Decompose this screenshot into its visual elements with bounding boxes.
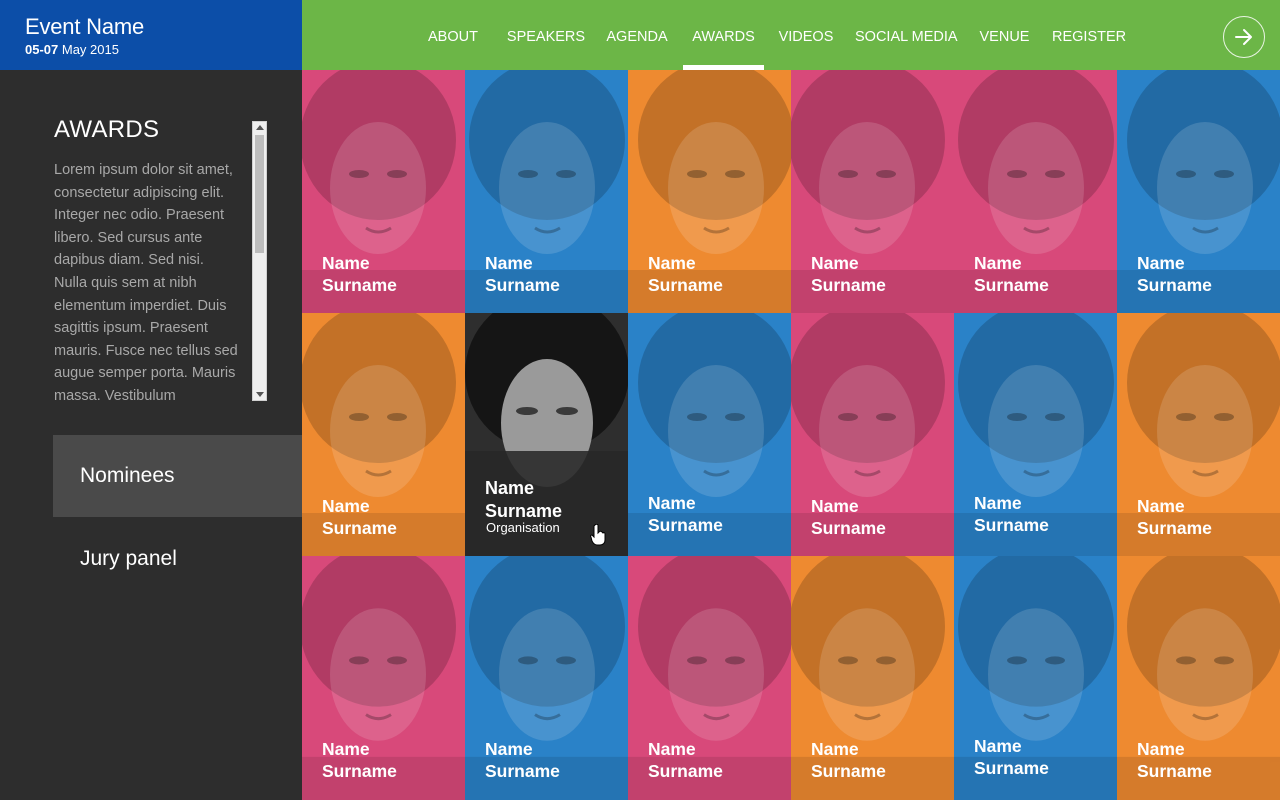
nominees-grid: Name Surname Name Surname Name Surname Name Sur… [302, 70, 1280, 800]
nav-about[interactable]: ABOUT [420, 0, 486, 70]
nav-venue[interactable]: VENUE [977, 0, 1032, 70]
hand-cursor-icon [590, 524, 606, 546]
nominee-last-name: Surname [811, 275, 886, 295]
event-date: 05-07 May 2015 [25, 42, 302, 57]
awards-description: Lorem ipsum dolor sit amet, consectetur … [54, 162, 238, 402]
nominee-tile[interactable]: Name Surname [628, 313, 791, 556]
nominee-first-name: Name [811, 253, 859, 273]
nominee-first-name: Name [974, 253, 1022, 273]
nominee-first-name: Name [811, 496, 859, 516]
nominee-name: Name Surname [648, 738, 723, 782]
nominee-name: Name Surname [485, 477, 562, 523]
nav-register[interactable]: REGISTER [1052, 0, 1126, 70]
nav-awards[interactable]: AWARDS [683, 0, 764, 70]
nav-videos[interactable]: VIDEOS [776, 0, 836, 70]
nominee-name: Name Surname [648, 492, 723, 536]
event-name: Event Name [25, 14, 145, 39]
nominee-name: Name Surname [974, 252, 1049, 296]
nominee-last-name: Surname [648, 761, 723, 781]
nominee-tile[interactable]: Name Surname [302, 556, 465, 800]
nominee-name: Name Surname [648, 252, 723, 296]
nominee-last-name: Surname [974, 275, 1049, 295]
nominee-first-name: Name [648, 739, 696, 759]
nominee-name: Name Surname [322, 495, 397, 539]
nominee-tile[interactable]: Name Surname [954, 313, 1117, 556]
nominee-tile[interactable]: Name Surname [628, 70, 791, 313]
nominee-name: Name Surname [1137, 495, 1212, 539]
nominee-name: Name Surname [811, 738, 886, 782]
nominee-name: Name Surname [811, 495, 886, 539]
nominee-first-name: Name [1137, 739, 1185, 759]
next-arrow-button[interactable] [1223, 16, 1265, 58]
nominee-tile[interactable]: Name Surname [954, 556, 1117, 800]
event-date-month-year: May 2015 [58, 42, 119, 57]
sidebar-item-nominees[interactable]: Nominees [53, 435, 302, 517]
nominee-last-name: Surname [322, 761, 397, 781]
event-brand[interactable]: Event Name 05-07 May 2015 [0, 0, 302, 70]
nominee-tile[interactable]: Name Surname [954, 70, 1117, 313]
nominee-last-name: Surname [974, 758, 1049, 778]
nominee-tile[interactable]: Name Surname [1117, 556, 1280, 800]
nominee-last-name: Surname [485, 761, 560, 781]
arrow-right-icon [1235, 29, 1252, 45]
section-title: AWARDS [54, 116, 160, 143]
nominee-tile[interactable]: Name Surname [791, 556, 954, 800]
event-date-days: 05-07 [25, 42, 59, 57]
top-navigation: ABOUT SPEAKERS AGENDA AWARDS VIDEOS SOCI… [302, 0, 1280, 70]
nominee-tile[interactable]: Name Surname [302, 70, 465, 313]
sidebar-item-jury-panel[interactable]: Jury panel [53, 518, 302, 600]
description-scrollbar[interactable] [252, 121, 267, 401]
nominee-name: Name Surname [1137, 738, 1212, 782]
nominee-first-name: Name [974, 493, 1022, 513]
nominee-first-name: Name [322, 496, 370, 516]
nominee-name: Name Surname [1137, 252, 1212, 296]
nominee-last-name: Surname [648, 275, 723, 295]
nominee-first-name: Name [485, 478, 535, 498]
nominee-first-name: Name [1137, 496, 1185, 516]
nominee-first-name: Name [322, 739, 370, 759]
nominee-name: Name Surname [322, 738, 397, 782]
nominee-first-name: Name [648, 253, 696, 273]
nominee-name: Name Surname [811, 252, 886, 296]
nominee-first-name: Name [1137, 253, 1185, 273]
nominee-tile[interactable]: Name Surname [302, 313, 465, 556]
nominee-first-name: Name [974, 736, 1022, 756]
nominee-first-name: Name [811, 739, 859, 759]
nominee-last-name: Surname [1137, 275, 1212, 295]
scroll-up-icon[interactable] [256, 125, 264, 130]
nominee-last-name: Surname [322, 275, 397, 295]
nominee-name: Name Surname [974, 735, 1049, 779]
nominee-tile-featured[interactable]: Name Surname Organisation [465, 313, 628, 556]
scroll-thumb[interactable] [255, 135, 264, 253]
nav-agenda[interactable]: AGENDA [604, 0, 670, 70]
nominee-last-name: Surname [1137, 761, 1212, 781]
nominee-tile[interactable]: Name Surname [628, 556, 791, 800]
nominee-last-name: Surname [811, 518, 886, 538]
nominee-first-name: Name [322, 253, 370, 273]
nominee-name: Name Surname [322, 252, 397, 296]
nominee-tile[interactable]: Name Surname [465, 556, 628, 800]
nominee-last-name: Surname [974, 515, 1049, 535]
nominee-last-name: Surname [811, 761, 886, 781]
nav-speakers[interactable]: SPEAKERS [506, 0, 586, 70]
nominee-tile[interactable]: Name Surname [1117, 313, 1280, 556]
nominee-tile[interactable]: Name Surname [791, 70, 954, 313]
nominee-tile[interactable]: Name Surname [791, 313, 954, 556]
nominee-name: Name Surname [485, 252, 560, 296]
sidebar: AWARDS Lorem ipsum dolor sit amet, conse… [0, 70, 302, 800]
nominee-organisation: Organisation [486, 520, 560, 535]
nominee-first-name: Name [648, 493, 696, 513]
nominee-last-name: Surname [1137, 518, 1212, 538]
nominee-name: Name Surname [974, 492, 1049, 536]
nav-social-media[interactable]: SOCIAL MEDIA [855, 0, 958, 70]
nominee-last-name: Surname [485, 275, 560, 295]
nominee-tile[interactable]: Name Surname [1117, 70, 1280, 313]
nominee-tile[interactable]: Name Surname [465, 70, 628, 313]
nominee-first-name: Name [485, 739, 533, 759]
nominee-first-name: Name [485, 253, 533, 273]
scroll-down-icon[interactable] [256, 392, 264, 397]
nominee-last-name: Surname [648, 515, 723, 535]
nominee-name: Name Surname [485, 738, 560, 782]
nominee-last-name: Surname [322, 518, 397, 538]
